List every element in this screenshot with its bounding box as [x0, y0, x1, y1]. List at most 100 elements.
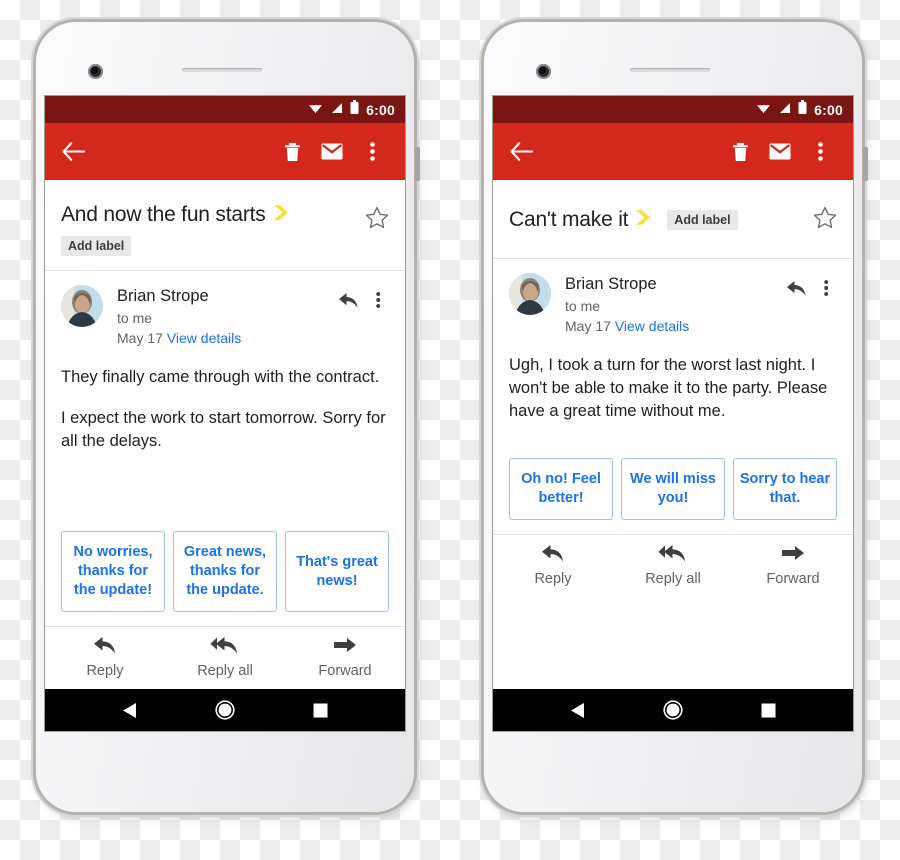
status-time: 6:00 — [814, 101, 843, 118]
smart-reply-chip[interactable]: Oh no! Feel better! — [509, 458, 613, 520]
reply-all-button[interactable]: Reply all — [165, 636, 285, 679]
message-paragraph: Ugh, I took a turn for the worst last ni… — [509, 356, 828, 420]
message-actions — [783, 273, 839, 301]
earpiece-speaker — [182, 68, 262, 72]
add-label-chip[interactable]: Add label — [667, 210, 738, 230]
subject-row: Can't make it Add label — [509, 207, 803, 232]
reply-icon — [93, 636, 117, 660]
home-circle-icon[interactable] — [215, 700, 236, 720]
smart-reply-chip[interactable]: Great news, thanks for the update. — [173, 531, 277, 612]
overflow-menu-icon[interactable] — [813, 275, 839, 301]
android-nav-bar — [45, 689, 405, 731]
delete-icon[interactable] — [272, 132, 312, 172]
app-toolbar — [45, 123, 405, 180]
back-triangle-icon[interactable] — [570, 702, 586, 719]
back-triangle-icon[interactable] — [122, 702, 138, 719]
power-button[interactable] — [863, 147, 868, 181]
mark-unread-icon[interactable] — [312, 132, 352, 172]
reply-label: Reply — [86, 663, 124, 679]
mark-unread-icon[interactable] — [760, 132, 800, 172]
recents-square-icon[interactable] — [761, 703, 776, 718]
status-bar: 6:00 — [493, 96, 853, 123]
app-toolbar — [493, 123, 853, 180]
star-icon[interactable] — [365, 206, 389, 234]
message-date: May 17 — [117, 330, 163, 347]
message-header: Brian Strope to me May 17 View details — [45, 271, 405, 348]
reply-arrow-icon[interactable] — [335, 287, 361, 313]
phone-device-right: 6:00 Can't make it Add label Brian Strop… — [484, 22, 868, 812]
overflow-menu-icon[interactable] — [800, 132, 840, 172]
avatar[interactable] — [509, 273, 551, 315]
message-body: They finally came through with the contr… — [45, 348, 405, 519]
earpiece-speaker — [630, 68, 710, 72]
avatar[interactable] — [61, 285, 103, 328]
reply-button[interactable]: Reply — [45, 636, 165, 679]
subject-header: Can't make it Add label — [493, 180, 853, 259]
subject-header: And now the fun starts Add label — [45, 180, 405, 272]
phone-screen-right: 6:00 Can't make it Add label Brian Strop… — [493, 96, 853, 731]
status-time: 6:00 — [366, 101, 395, 118]
back-arrow-icon[interactable] — [62, 132, 96, 172]
view-details-link[interactable]: View details — [167, 330, 241, 346]
view-details-link[interactable]: View details — [615, 318, 689, 334]
signal-icon — [778, 101, 791, 119]
sender-name: Brian Strope — [565, 275, 657, 293]
wifi-icon — [308, 101, 323, 119]
smart-reply-chip[interactable]: We will miss you! — [621, 458, 725, 520]
recents-square-icon[interactable] — [313, 703, 328, 718]
sender-name: Brian Strope — [117, 287, 209, 306]
message-action-bar: Reply Reply all Forward — [45, 626, 405, 689]
sender-date-row: May 17 View details — [117, 328, 335, 348]
reply-all-label: Reply all — [645, 570, 701, 587]
add-label-chip[interactable]: Add label — [61, 236, 132, 257]
message-date: May 17 — [565, 317, 611, 334]
sender-info: Brian Strope to me May 17 View details — [551, 273, 783, 336]
back-arrow-icon[interactable] — [510, 132, 544, 172]
reply-all-button[interactable]: Reply all — [613, 544, 733, 587]
subject-row: And now the fun starts — [61, 202, 355, 227]
forward-icon — [781, 544, 805, 568]
reply-label: Reply — [534, 570, 572, 587]
reply-icon — [541, 544, 565, 568]
sender-date-row: May 17 View details — [565, 316, 783, 336]
subject-main: And now the fun starts Add label — [61, 202, 355, 257]
forward-button[interactable]: Forward — [285, 636, 405, 679]
sender-recipient: to me — [117, 309, 153, 326]
wifi-icon — [756, 101, 771, 119]
delete-icon[interactable] — [720, 132, 760, 172]
overflow-menu-icon[interactable] — [365, 287, 391, 313]
message-paragraph: I expect the work to start tomorrow. Sor… — [61, 409, 386, 450]
overflow-menu-icon[interactable] — [352, 132, 392, 172]
android-nav-bar — [493, 689, 853, 731]
important-chevron-icon[interactable] — [273, 204, 289, 226]
message-body: Ugh, I took a turn for the worst last ni… — [493, 336, 853, 446]
page-title: And now the fun starts — [61, 203, 266, 226]
content-filler — [493, 596, 853, 689]
smart-reply-chip[interactable]: Sorry to hear that. — [733, 458, 837, 520]
status-bar: 6:00 — [45, 96, 405, 123]
message-paragraph: They finally came through with the contr… — [61, 368, 380, 387]
reply-button[interactable]: Reply — [493, 544, 613, 587]
forward-label: Forward — [766, 570, 820, 587]
message-actions — [335, 285, 391, 313]
signal-icon — [330, 101, 343, 119]
screenshot-stage: 6:00 And now the fun starts Add label Br… — [0, 0, 900, 860]
star-icon[interactable] — [813, 206, 837, 234]
smart-reply-chip[interactable]: No worries, thanks for the update! — [61, 531, 165, 612]
sender-recipient: to me — [565, 297, 601, 314]
battery-icon — [798, 100, 807, 119]
reply-arrow-icon[interactable] — [783, 275, 809, 301]
forward-icon — [333, 636, 357, 660]
sender-info: Brian Strope to me May 17 View details — [103, 285, 335, 348]
reply-all-icon — [210, 636, 240, 660]
smart-reply-row: No worries, thanks for the update! Great… — [45, 519, 405, 626]
power-button[interactable] — [415, 147, 420, 181]
forward-label: Forward — [318, 663, 372, 679]
front-camera-icon — [88, 64, 103, 79]
forward-button[interactable]: Forward — [733, 544, 853, 587]
important-chevron-icon[interactable] — [635, 209, 651, 231]
smart-reply-chip[interactable]: That's great news! — [285, 531, 389, 612]
message-action-bar: Reply Reply all Forward — [493, 533, 853, 597]
reply-all-label: Reply all — [197, 663, 253, 679]
home-circle-icon[interactable] — [663, 700, 684, 720]
